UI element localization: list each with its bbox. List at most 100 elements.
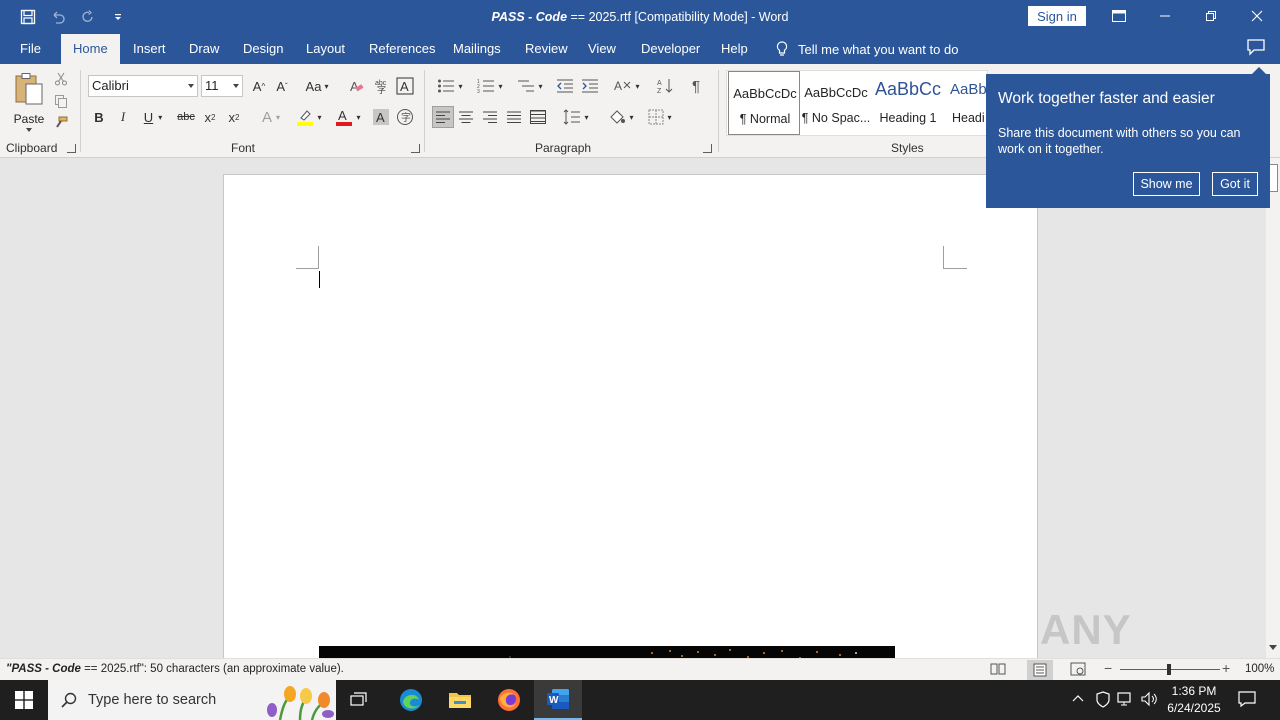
network-icon[interactable] (1117, 691, 1135, 710)
restore-icon[interactable] (1188, 0, 1234, 32)
paste-button[interactable]: Paste (8, 70, 50, 136)
tab-developer[interactable]: Developer (629, 34, 712, 64)
embedded-image[interactable] (319, 646, 895, 658)
style-heading-1[interactable]: AaBbCc Heading 1 (872, 71, 944, 135)
tab-design[interactable]: Design (231, 34, 295, 64)
tab-insert[interactable]: Insert (121, 34, 178, 64)
grow-font-icon[interactable]: A ^ (249, 75, 269, 97)
volume-icon[interactable] (1141, 691, 1159, 710)
zoom-level[interactable]: 100% (1245, 663, 1274, 675)
tab-mailings[interactable]: Mailings (441, 34, 513, 64)
tab-home[interactable]: Home (61, 34, 120, 64)
underline-button[interactable]: U ▾ (137, 106, 169, 128)
got-it-button[interactable]: Got it (1212, 172, 1258, 196)
style-normal[interactable]: AaBbCcDc ¶ Normal (728, 71, 800, 135)
tab-view[interactable]: View (576, 34, 628, 64)
close-icon[interactable] (1234, 0, 1280, 32)
multilevel-list-icon[interactable]: ▾ (512, 75, 548, 97)
zoom-in-icon[interactable]: + (1222, 660, 1230, 676)
paste-icon (15, 73, 43, 105)
strikethrough-icon[interactable]: abc (176, 106, 196, 128)
text-effects-icon[interactable]: A ▾ (255, 106, 287, 128)
character-shading-icon[interactable]: A (371, 106, 391, 128)
word-taskbar-icon[interactable]: W (534, 680, 582, 720)
zoom-slider-thumb[interactable] (1167, 664, 1171, 675)
font-size-box[interactable]: 11 (201, 75, 243, 97)
highlight-color-icon[interactable]: ▾ (293, 106, 325, 128)
copy-icon[interactable] (52, 92, 70, 110)
file-explorer-icon[interactable] (436, 680, 484, 720)
tell-me-box[interactable]: Tell me what you want to do (776, 34, 958, 64)
task-view-icon[interactable] (336, 680, 384, 720)
firefox-icon[interactable] (485, 680, 533, 720)
document-page[interactable] (223, 174, 1038, 658)
document-statistics[interactable]: "PASS - Code == 2025.rtf": 50 characters… (6, 663, 344, 675)
line-spacing-icon[interactable]: ▾ (560, 106, 592, 128)
show-hide-marks-icon[interactable]: ¶ (686, 75, 706, 97)
justify-button[interactable] (504, 106, 524, 128)
edge-icon[interactable] (387, 680, 435, 720)
read-mode-icon[interactable] (990, 662, 1008, 678)
document-canvas[interactable] (0, 158, 1266, 658)
tab-draw[interactable]: Draw (177, 34, 231, 64)
character-border-icon[interactable]: A (395, 75, 415, 97)
align-right-button[interactable] (480, 106, 500, 128)
comments-icon[interactable] (1246, 38, 1268, 60)
clear-formatting-icon[interactable]: A (347, 75, 367, 97)
distributed-button[interactable] (528, 106, 548, 128)
web-layout-icon[interactable] (1070, 662, 1088, 678)
tab-references[interactable]: References (357, 34, 447, 64)
system-clock[interactable]: 1:36 PM 6/24/2025 (1164, 683, 1224, 717)
superscript-icon[interactable]: x2 (224, 106, 244, 128)
shading-icon[interactable]: ▾ (605, 106, 637, 128)
vertical-scrollbar[interactable] (1266, 158, 1280, 658)
italic-button[interactable]: I (113, 106, 133, 128)
align-center-button[interactable] (456, 106, 476, 128)
paste-dropdown-icon[interactable] (26, 128, 32, 132)
minimize-icon[interactable] (1142, 0, 1188, 32)
asian-layout-icon[interactable]: A ▾ (611, 75, 643, 97)
windows-start-icon[interactable] (0, 680, 48, 720)
font-name-box[interactable]: Calibri (88, 75, 198, 97)
enclose-characters-icon[interactable]: 字 (395, 106, 415, 128)
clipboard-dialog-launcher[interactable] (67, 144, 76, 153)
font-group-label: Font (231, 141, 256, 155)
change-case-icon[interactable]: Aa ▾ (302, 75, 332, 97)
format-painter-icon[interactable] (52, 114, 70, 132)
numbering-icon[interactable]: 1 2 3 ▾ (472, 75, 508, 97)
scroll-down-icon[interactable] (1269, 645, 1277, 650)
defender-icon[interactable] (1095, 691, 1111, 712)
watermark-logo: ANY RUN (1040, 606, 1133, 701)
ribbon-display-options-icon[interactable] (1096, 0, 1142, 32)
tab-layout[interactable]: Layout (294, 34, 357, 64)
borders-icon[interactable]: ▾ (644, 106, 676, 128)
align-left-button[interactable] (432, 106, 454, 128)
tab-help[interactable]: Help (709, 34, 760, 64)
shrink-font-icon[interactable]: Aˇ (272, 75, 292, 97)
font-dialog-launcher[interactable] (411, 144, 420, 153)
style-heading-2[interactable]: AaBbC Headi (944, 71, 987, 135)
print-layout-icon[interactable] (1027, 660, 1053, 680)
style-no-spacing[interactable]: AaBbCcDc ¶ No Spac... (800, 71, 872, 135)
bullets-icon[interactable]: ▾ (432, 75, 468, 97)
font-color-icon[interactable]: A ▾ (332, 106, 364, 128)
cut-icon[interactable] (52, 70, 70, 88)
increase-indent-icon[interactable] (580, 75, 600, 97)
bold-button[interactable]: B (89, 106, 109, 128)
subscript-icon[interactable]: x2 (200, 106, 220, 128)
style-preview: AaBbCc (874, 79, 942, 99)
taskbar-search-box[interactable]: Type here to search (48, 680, 336, 720)
tab-review[interactable]: Review (513, 34, 580, 64)
paragraph-dialog-launcher[interactable] (703, 144, 712, 153)
decrease-indent-icon[interactable] (555, 75, 575, 97)
sign-in-button[interactable]: Sign in (1028, 6, 1086, 26)
tab-file[interactable]: File (8, 34, 53, 64)
notifications-icon[interactable] (1238, 690, 1256, 711)
show-me-button[interactable]: Show me (1133, 172, 1200, 196)
popup-title: Work together faster and easier (998, 90, 1215, 107)
show-hidden-icons-icon[interactable] (1071, 692, 1085, 707)
zoom-out-icon[interactable]: − (1104, 660, 1112, 676)
sort-icon[interactable]: AZ (656, 75, 676, 97)
phonetic-guide-icon[interactable]: abc 字 (372, 75, 392, 97)
paste-label: Paste (13, 112, 45, 126)
